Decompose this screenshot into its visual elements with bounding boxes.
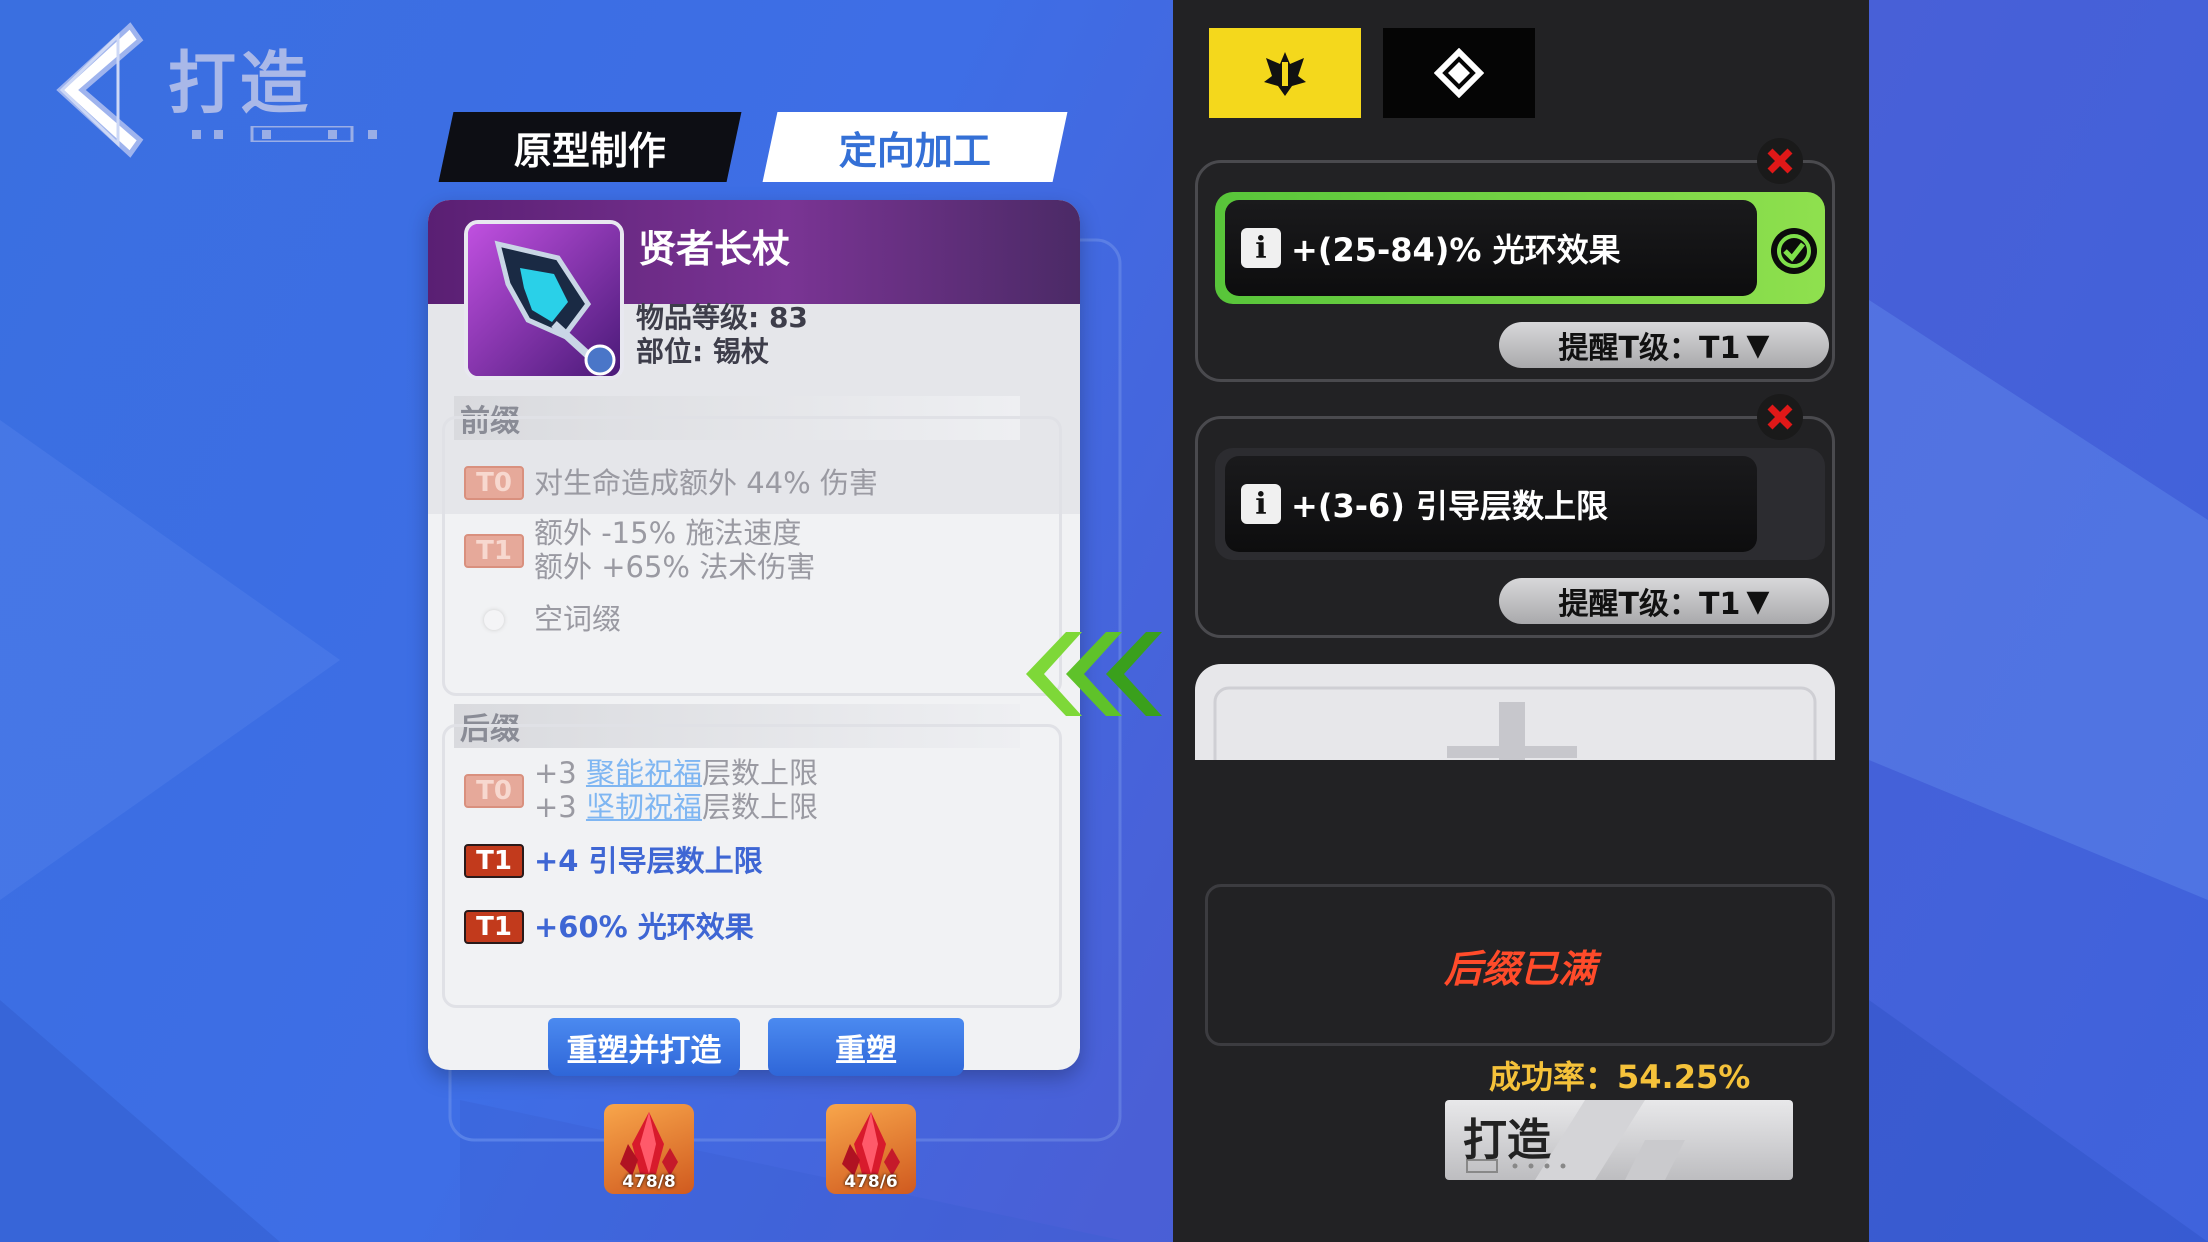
material-count: 478/6: [844, 1172, 898, 1192]
empty-affix-label: 空词缀: [534, 602, 622, 636]
tab-prototype-label: 原型制作: [513, 128, 666, 173]
background-pattern-right: [1869, 300, 2208, 1242]
check-icon: [1771, 228, 1817, 274]
prefix-affix-line1: 额外 -15% 施法速度: [534, 516, 802, 550]
chevron-left-icon: [56, 22, 144, 158]
reshape-button[interactable]: 重塑: [768, 1018, 964, 1076]
add-target-slot[interactable]: [1195, 664, 1835, 760]
tier-badge: T1: [464, 534, 524, 568]
side-tab-diamond[interactable]: [1383, 28, 1535, 118]
remove-target-button[interactable]: [1757, 138, 1803, 184]
transfer-arrows-icon: [1026, 632, 1162, 716]
target-affix-inner: i +(25-84)% 光环效果: [1225, 200, 1757, 296]
close-icon: [1767, 404, 1793, 430]
close-icon: [1767, 148, 1793, 174]
back-button[interactable]: [44, 20, 144, 160]
item-card: 贤者长杖 物品等级: 83 部位: 锡杖 前缀 T0 对生命造成额外 44% 伤…: [428, 200, 1080, 1070]
suffix-affix-line2: +3 坚韧祝福层数上限: [534, 790, 818, 824]
side-tab-crest[interactable]: [1209, 28, 1361, 118]
staff-icon: [464, 220, 624, 380]
info-icon[interactable]: i: [1241, 228, 1281, 268]
material-crystal: 478/8: [604, 1104, 694, 1194]
tier-badge: T0: [464, 466, 524, 500]
page-title: 打造: [168, 45, 313, 124]
suffix-full-message: 后缀已满: [1443, 946, 1596, 991]
title-decoration: [192, 126, 377, 142]
target-affix-panel: i +(25-84)% 光环效果 提醒T级：T1 ▼ i +(3-6) 引导层数上…: [1173, 0, 1869, 1242]
keyword-link[interactable]: 坚韧祝福: [586, 790, 702, 824]
remind-tier-label: 提醒T级：T1: [1558, 331, 1741, 366]
success-rate: 成功率：54.25%: [1489, 1058, 1751, 1096]
tier-badge: T1: [464, 910, 524, 944]
item-name: 贤者长杖: [638, 227, 791, 271]
empty-affix-dot: [484, 610, 504, 630]
item-slot: 部位: 锡杖: [636, 335, 769, 368]
reshape-and-craft-button[interactable]: 重塑并打造: [548, 1018, 740, 1076]
craft-button[interactable]: 打造: [1445, 1100, 1793, 1180]
triangle-down-icon: ▼: [1746, 327, 1770, 363]
prefix-affix-line2: 额外 +65% 法术伤害: [534, 550, 816, 584]
plus-icon: [1213, 686, 1817, 760]
remind-tier-dropdown[interactable]: 提醒T级：T1 ▼: [1499, 578, 1829, 624]
tab-directional-label: 定向加工: [838, 128, 991, 173]
target-affix-text: +(25-84)% 光环效果: [1291, 231, 1621, 269]
tier-badge: T0: [464, 774, 524, 808]
crest-icon: [1264, 52, 1306, 96]
craft-button-label: 打造: [1463, 1115, 1551, 1166]
info-icon[interactable]: i: [1241, 484, 1281, 524]
suffix-affix-line1: +3 聚能祝福层数上限: [534, 756, 818, 790]
tab-directional[interactable]: 定向加工: [762, 112, 1068, 182]
target-affix-row[interactable]: i +(3-6) 引导层数上限: [1215, 448, 1825, 560]
material-count: 478/8: [622, 1172, 676, 1192]
material-crystal: 478/6: [826, 1104, 916, 1194]
tier-badge: T1: [464, 844, 524, 878]
diamond-icon: [1434, 48, 1484, 98]
target-affix-inner: i +(3-6) 引导层数上限: [1225, 456, 1757, 552]
tab-prototype[interactable]: 原型制作: [438, 112, 742, 182]
remind-tier-dropdown[interactable]: 提醒T级：T1 ▼: [1499, 322, 1829, 368]
suffix-affix: +4 引导层数上限: [534, 844, 763, 878]
keyword-link[interactable]: 聚能祝福: [586, 756, 702, 790]
target-affix-row[interactable]: i +(25-84)% 光环效果: [1215, 192, 1825, 304]
target-affix-text: +(3-6) 引导层数上限: [1291, 487, 1609, 525]
remind-tier-label: 提醒T级：T1: [1558, 587, 1741, 622]
triangle-down-icon: ▼: [1746, 583, 1770, 619]
suffix-affix: +60% 光环效果: [534, 910, 754, 944]
remove-target-button[interactable]: [1757, 394, 1803, 440]
prefix-affix: 对生命造成额外 44% 伤害: [534, 466, 878, 500]
suffix-full-box: 后缀已满: [1205, 884, 1835, 1046]
